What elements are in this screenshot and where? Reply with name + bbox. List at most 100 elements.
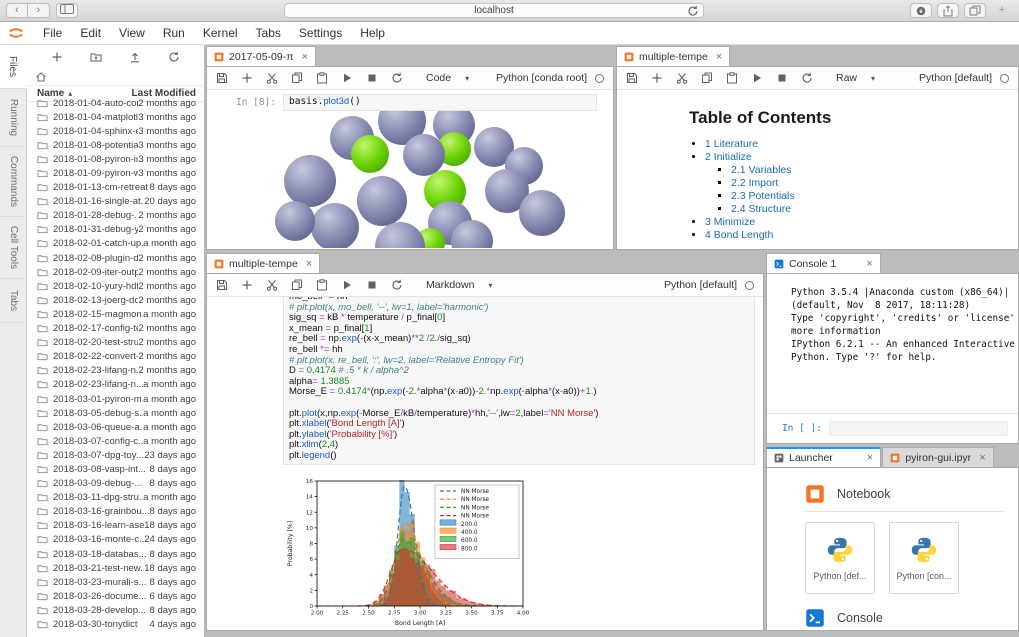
browser-forward-button[interactable]: › <box>28 3 50 18</box>
console-input[interactable] <box>829 421 1008 436</box>
sidebar-tab-running[interactable]: Running <box>0 89 27 147</box>
menu-help[interactable]: Help <box>351 26 394 40</box>
close-icon[interactable]: × <box>866 258 872 270</box>
tab-multiple-tempe[interactable]: multiple-tempe × <box>206 253 320 273</box>
file-row[interactable]: 2018-03-09-debug-...8 days ago <box>27 477 204 491</box>
cut-cells-button[interactable] <box>266 279 278 291</box>
browser-address-bar[interactable]: localhost <box>284 3 704 18</box>
file-row[interactable]: 2018-03-16-grainbou...8 days ago <box>27 505 204 519</box>
run-button[interactable] <box>751 72 763 84</box>
file-row[interactable]: 2018-02-20-test-stru...2 months ago <box>27 336 204 350</box>
file-row[interactable]: 2018-03-06-queue-a...a month ago <box>27 420 204 434</box>
file-row[interactable]: 2018-03-16-monte-c...24 days ago <box>27 533 204 547</box>
restart-kernel-button[interactable] <box>801 72 813 84</box>
toc-link[interactable]: 2.3 Potentials <box>731 190 795 202</box>
file-row[interactable]: 2018-02-10-yury-hdf...2 months ago <box>27 279 204 293</box>
file-row[interactable]: 2018-02-01-catch-up...a month ago <box>27 237 204 251</box>
file-row[interactable]: 2018-03-11-dpg-stru...a month ago <box>27 491 204 505</box>
file-row[interactable]: 2018-01-16-single-at...20 days ago <box>27 195 204 209</box>
file-row[interactable]: 2018-02-17-config-te...2 months ago <box>27 322 204 336</box>
copy-cells-button[interactable] <box>701 72 713 84</box>
close-icon[interactable]: × <box>306 258 312 270</box>
browser-downloads-button[interactable] <box>910 3 932 18</box>
file-row[interactable]: 2018-02-23-lifang-n...a month ago <box>27 378 204 392</box>
browser-sidebar-toggle-button[interactable] <box>56 3 78 18</box>
file-row[interactable]: 2018-03-01-pyiron-m...a month ago <box>27 392 204 406</box>
kernel-name[interactable]: Python [conda root] <box>496 72 604 84</box>
tab-console-1[interactable]: Console 1 × <box>766 253 881 273</box>
code-cell[interactable]: mo_bell *= hh# plt.plot(x, mo_bell, '--'… <box>207 297 763 465</box>
toc-link[interactable]: 2.2 Import <box>731 177 778 189</box>
tab-2017-05-09[interactable]: 2017-05-09-π × <box>206 46 316 66</box>
menu-settings[interactable]: Settings <box>290 26 351 40</box>
toc-link[interactable]: 2.1 Variables <box>731 164 792 176</box>
save-button[interactable] <box>216 279 228 291</box>
stop-button[interactable] <box>776 72 788 84</box>
new-launcher-button[interactable] <box>51 51 63 63</box>
file-row[interactable]: 2018-01-04-auto-con...2 months ago <box>27 96 204 110</box>
add-cell-button[interactable] <box>241 72 253 84</box>
menu-view[interactable]: View <box>110 26 154 40</box>
file-row[interactable]: 2018-01-31-debug-y...2 months ago <box>27 223 204 237</box>
cut-cells-button[interactable] <box>676 72 688 84</box>
launcher-card-python-con-[interactable]: Python [con... <box>889 522 959 594</box>
paste-cells-button[interactable] <box>726 72 738 84</box>
atom-structure-plot3d-output[interactable] <box>207 111 613 248</box>
kernel-name[interactable]: Python [default] <box>919 72 1009 84</box>
stop-button[interactable] <box>366 72 378 84</box>
file-row[interactable]: 2018-03-21-test-new...18 days ago <box>27 561 204 575</box>
file-row[interactable]: 2018-02-15-magmon...a month ago <box>27 307 204 321</box>
close-icon[interactable]: × <box>301 51 307 63</box>
toc-link[interactable]: 2 Initialize <box>705 151 752 163</box>
file-row[interactable]: 2018-01-09-pyiron-w...3 months ago <box>27 166 204 180</box>
menu-run[interactable]: Run <box>154 26 194 40</box>
restart-kernel-button[interactable] <box>391 72 403 84</box>
stop-button[interactable] <box>366 279 378 291</box>
sidebar-tab-commands[interactable]: Commands <box>0 147 27 217</box>
tab-launcher[interactable]: Launcher × <box>766 447 881 467</box>
file-row[interactable]: 2018-03-07-config-c...a month ago <box>27 434 204 448</box>
file-row[interactable]: 2018-01-08-potential...3 months ago <box>27 138 204 152</box>
browser-back-button[interactable]: ‹ <box>6 3 28 18</box>
browser-new-tab-button[interactable]: + <box>991 3 1013 18</box>
save-button[interactable] <box>626 72 638 84</box>
toc-link[interactable]: 4 Bond Length <box>705 229 773 241</box>
cell-type-dropdown[interactable]: Markdown▾ <box>426 279 492 291</box>
save-button[interactable] <box>216 72 228 84</box>
paste-cells-button[interactable] <box>316 279 328 291</box>
menu-edit[interactable]: Edit <box>71 26 110 40</box>
cut-cells-button[interactable] <box>266 72 278 84</box>
sidebar-tab-tabs[interactable]: Tabs <box>0 279 27 323</box>
cell-type-dropdown[interactable]: Raw▾ <box>836 72 875 84</box>
cell-input[interactable]: basis.plot3d() <box>283 94 597 111</box>
close-icon[interactable]: × <box>867 452 873 464</box>
file-row[interactable]: 2018-02-23-lifang-n...2 months ago <box>27 364 204 378</box>
file-row[interactable]: 2018-02-22-convert-...2 months ago <box>27 350 204 364</box>
tab-pyiron-gui[interactable]: pyiron-gui.ipyr × <box>882 447 993 467</box>
toc-link[interactable]: 2.4 Structure <box>731 203 791 215</box>
file-row[interactable]: 2018-01-08-pyiron-in...3 months ago <box>27 152 204 166</box>
file-row[interactable]: 2018-01-04-sphinx-e...3 months ago <box>27 124 204 138</box>
menu-kernel[interactable]: Kernel <box>194 26 247 40</box>
file-row[interactable]: 2018-02-08-plugin-d...2 months ago <box>27 251 204 265</box>
file-row[interactable]: 2018-03-18-databas...8 days ago <box>27 547 204 561</box>
add-cell-button[interactable] <box>651 72 663 84</box>
file-row[interactable]: 2018-01-04-matplotli...3 months ago <box>27 110 204 124</box>
add-cell-button[interactable] <box>241 279 253 291</box>
file-row[interactable]: 2018-03-07-dpg-toy...23 days ago <box>27 448 204 462</box>
file-row[interactable]: 2018-02-09-iter-outp...2 months ago <box>27 265 204 279</box>
restart-kernel-button[interactable] <box>391 279 403 291</box>
copy-cells-button[interactable] <box>291 279 303 291</box>
file-row[interactable]: 2018-03-28-develop...8 days ago <box>27 603 204 617</box>
file-row[interactable]: 2018-03-30-tonydict4 days ago <box>27 617 204 631</box>
file-row[interactable]: 2018-03-05-debug-s...a month ago <box>27 406 204 420</box>
cell-input[interactable]: mo_bell *= hh# plt.plot(x, mo_bell, '--'… <box>283 297 755 465</box>
kernel-name[interactable]: Python [default] <box>664 279 754 291</box>
toc-link[interactable]: 1 Literature <box>705 138 758 150</box>
code-cell[interactable]: In [8]: basis.plot3d() <box>207 90 613 111</box>
run-button[interactable] <box>341 72 353 84</box>
browser-tab-overview-button[interactable] <box>964 3 986 18</box>
run-button[interactable] <box>341 279 353 291</box>
file-row[interactable]: 2018-03-16-learn-ase18 days ago <box>27 519 204 533</box>
file-row[interactable]: 2018-01-28-debug-...2 months ago <box>27 209 204 223</box>
